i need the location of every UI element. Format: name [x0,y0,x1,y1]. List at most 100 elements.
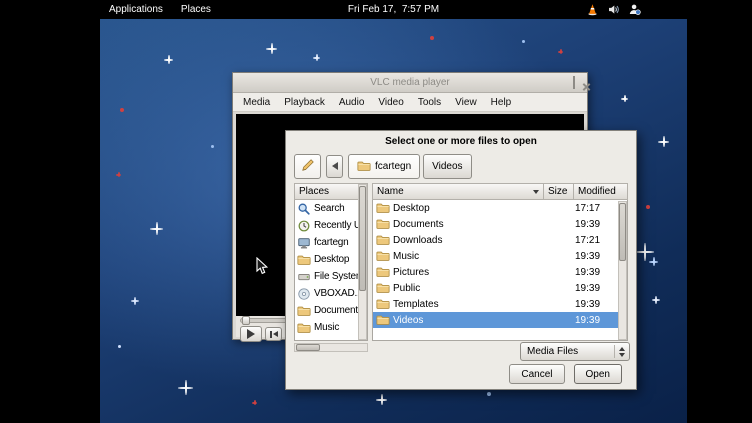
place-label: Documents [314,305,363,316]
volume-icon[interactable] [607,3,620,16]
file-name: Documents [393,219,545,230]
folder-icon [297,321,311,335]
column-label-modified: Modified [578,186,616,197]
places-header-label: Places [299,186,329,197]
vlc-tray-icon[interactable] [586,3,599,16]
open-button[interactable]: Open [574,364,622,384]
places-hscroll-thumb[interactable] [296,344,320,351]
place-item-documents[interactable]: Documents [295,302,367,319]
vlc-menu-video[interactable]: Video [371,97,410,108]
file-row-desktop[interactable]: Desktop17:17 [373,200,627,216]
star-sparkle-icon [658,136,669,147]
combo-arrows-icon [619,347,625,357]
file-type-filter[interactable]: Media Files [520,342,630,361]
folder-icon [376,217,393,231]
file-open-dialog: Select one or more files to open fcarteg… [285,130,637,390]
vlc-menu-playback[interactable]: Playback [277,97,332,108]
vlc-titlebar[interactable]: VLC media player [233,73,587,93]
place-item-file-system[interactable]: File System [295,268,367,285]
star-sparkle-icon [376,394,387,405]
places-header[interactable]: Places [294,183,368,200]
place-label: fcartegn [314,237,349,248]
place-item-desktop[interactable]: Desktop [295,251,367,268]
home-icon [297,236,311,250]
cancel-button[interactable]: Cancel [509,364,564,384]
folder-icon [376,201,393,215]
places-pane: Places Search Recently U... fcartegn Deskto… [294,183,368,341]
panel-menus: ApplicationsPlaces [100,0,220,19]
place-item-search[interactable]: Search [295,200,367,217]
file-row-videos[interactable]: Videos19:39 [373,312,627,328]
places-scrollbar[interactable] [358,184,367,340]
file-row-pictures[interactable]: Pictures19:39 [373,264,627,280]
folder-icon [376,233,393,247]
place-item-recently-u[interactable]: Recently U... [295,217,367,234]
column-header-name[interactable]: Name [372,183,544,200]
breadcrumb-videos[interactable]: Videos [423,154,471,179]
folder-icon [376,249,393,263]
file-name: Music [393,251,545,262]
place-label: Search [314,203,345,214]
clock[interactable]: Fri Feb 17, 7:57 PM [348,4,439,15]
panel-menu-applications[interactable]: Applications [100,0,172,19]
file-row-downloads[interactable]: Downloads17:21 [373,232,627,248]
file-row-documents[interactable]: Documents19:39 [373,216,627,232]
vlc-menubar: MediaPlaybackAudioVideoToolsViewHelp [233,93,587,112]
search-icon [297,202,311,216]
top-panel: ApplicationsPlaces Fri Feb 17, 7:57 PM [100,0,687,19]
system-tray [586,0,641,19]
column-label-name: Name [377,186,404,197]
star-dot-icon [118,345,121,348]
star-sparkle-icon [649,257,658,266]
column-header-size[interactable]: Size [544,183,574,200]
maximize-button[interactable] [573,77,575,88]
file-row-music[interactable]: Music19:39 [373,248,627,264]
vlc-menu-media[interactable]: Media [236,97,277,108]
file-row-templates[interactable]: Templates19:39 [373,296,627,312]
type-filename-toggle[interactable] [294,154,321,179]
file-name: Desktop [393,203,545,214]
dialog-body: Places Search Recently U... fcartegn Deskto… [294,183,628,341]
place-label: File System [314,271,364,282]
files-list: Desktop17:17Documents19:39Downloads17:21… [372,200,628,341]
star-dot-icon [120,108,124,112]
vlc-menu-help[interactable]: Help [484,97,519,108]
vlc-menu-tools[interactable]: Tools [411,97,448,108]
files-scrollbar[interactable] [618,201,627,340]
column-header-modified[interactable]: Modified [574,183,628,200]
star-sparkle-icon [313,54,320,61]
place-item-fcartegn[interactable]: fcartegn [295,234,367,251]
panel-menu-places[interactable]: Places [172,0,220,19]
star-sparkle-icon [652,296,660,304]
places-scroll-thumb[interactable] [359,186,366,291]
place-item-music[interactable]: Music [295,319,367,336]
pencil-icon [301,158,315,175]
path-back-button[interactable] [326,155,343,178]
files-header: Name Size Modified [372,183,628,200]
vlc-menu-audio[interactable]: Audio [332,97,372,108]
seek-handle[interactable] [242,316,250,325]
drive-icon [297,270,311,284]
vlc-window-title: VLC media player [370,77,449,88]
places-hscrollbar[interactable] [294,343,368,352]
star-sparkle-icon [116,172,121,177]
star-sparkle-icon [558,49,563,54]
files-scroll-thumb[interactable] [619,203,626,261]
vlc-menu-view[interactable]: View [448,97,484,108]
user-switcher-icon[interactable] [628,3,641,16]
combo-down-icon [619,353,625,357]
previous-button[interactable] [265,327,282,341]
file-type-filter-value: Media Files [527,346,610,357]
dialog-bottom: Media Files Cancel Open [286,339,636,389]
dialog-title: Select one or more files to open [286,131,636,151]
place-item-vboxad[interactable]: VBOXAD... [295,285,367,302]
star-dot-icon [646,205,650,209]
file-row-public[interactable]: Public19:39 [373,280,627,296]
folder-icon [376,265,393,279]
column-label-size: Size [548,186,567,197]
file-name: Pictures [393,267,545,278]
breadcrumb-fcartegn[interactable]: fcartegn [348,154,420,179]
back-arrow-icon [332,162,338,170]
places-list: Search Recently U... fcartegn Desktop File S… [294,200,368,341]
play-button[interactable] [240,326,262,342]
